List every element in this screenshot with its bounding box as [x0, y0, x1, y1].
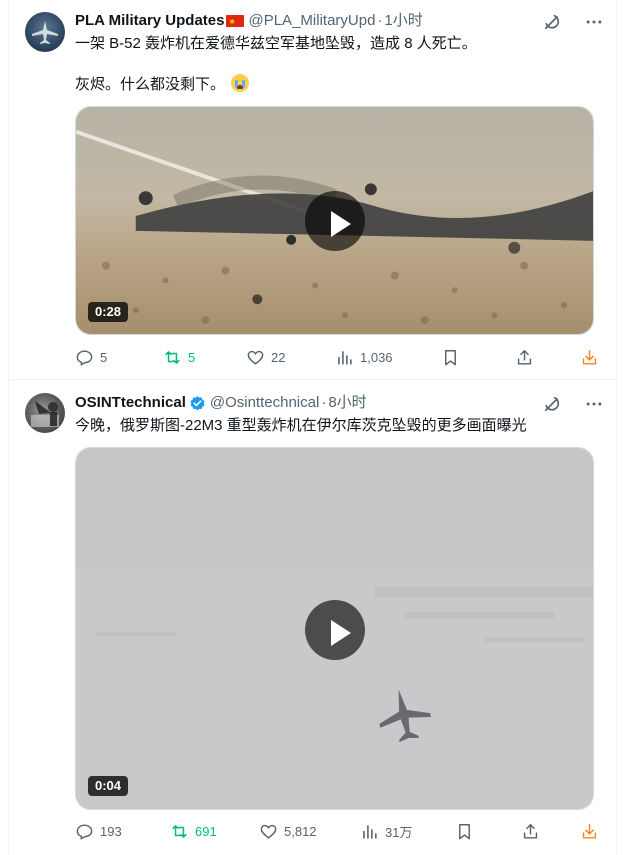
bookmark-icon — [445, 349, 456, 365]
like-button[interactable]: 5,812 — [259, 821, 317, 841]
views-icon — [338, 350, 352, 365]
views-button[interactable]: 31万 — [360, 821, 412, 841]
tweet-text-line2: 灰烬。什么都没剩下。 — [75, 74, 595, 95]
download-button[interactable] — [580, 347, 599, 367]
grok-icon[interactable] — [542, 12, 562, 32]
tweet-text-content: 灰烬。什么都没剩下。 — [75, 76, 226, 93]
tweet-header: OSINTtechnical @Osinttechnical · 8小时 — [75, 393, 367, 413]
share-button[interactable] — [515, 347, 534, 367]
video-duration: 0:28 — [88, 302, 129, 322]
views-icon — [363, 824, 377, 839]
grok-icon[interactable] — [542, 394, 562, 414]
timeline-feed: PLA Military Updates @PLA_MilitaryUpd · … — [8, 0, 617, 855]
crying-face-emoji — [231, 74, 250, 92]
heart-icon — [260, 824, 277, 839]
like-count: 22 — [271, 349, 286, 365]
author-name[interactable]: OSINTtechnical — [75, 393, 186, 413]
reply-icon — [76, 349, 93, 366]
author-handle[interactable]: @Osinttechnical — [210, 393, 319, 413]
reply-count: 193 — [100, 823, 122, 839]
repost-button[interactable]: 691 — [170, 821, 217, 841]
reply-icon — [76, 823, 93, 840]
like-button[interactable]: 22 — [246, 347, 285, 367]
video-duration: 0:04 — [88, 776, 129, 796]
china-flag-icon — [226, 12, 245, 32]
separator: · — [377, 12, 383, 29]
verified-badge-icon — [190, 395, 205, 410]
tweet-actions: 5 5 22 1,036 — [75, 347, 605, 367]
share-icon — [517, 349, 532, 365]
download-icon — [582, 823, 597, 839]
bookmark-button[interactable] — [455, 821, 474, 841]
more-icon[interactable] — [584, 12, 604, 32]
avatar[interactable] — [25, 393, 65, 433]
tweet-text: 一架 B-52 轰炸机在爱德华兹空军基地坠毁，造成 8 人死亡。 — [75, 35, 477, 52]
share-icon — [523, 823, 538, 839]
reply-button[interactable]: 193 — [75, 821, 122, 841]
separator: · — [321, 394, 327, 411]
avatar[interactable] — [25, 12, 65, 52]
more-icon[interactable] — [584, 394, 604, 414]
download-button[interactable] — [580, 821, 599, 841]
repost-icon — [172, 824, 187, 838]
views-count: 1,036 — [360, 349, 393, 365]
timestamp[interactable]: 8小时 — [328, 393, 366, 413]
tweet-header: PLA Military Updates @PLA_MilitaryUpd · … — [75, 11, 423, 32]
tweet-text: 今晚，俄罗斯图-22M3 重型轰炸机在伊尔库茨克坠毁的更多画面曝光 — [75, 417, 527, 434]
like-count: 5,812 — [284, 823, 317, 839]
repost-icon — [165, 350, 180, 364]
tweet[interactable]: PLA Military Updates @PLA_MilitaryUpd · … — [9, 0, 616, 380]
video-player[interactable]: 0:04 — [75, 447, 594, 810]
bookmark-button[interactable] — [441, 347, 460, 367]
timestamp[interactable]: 1小时 — [384, 11, 422, 31]
tweet-top-actions — [542, 12, 604, 32]
heart-icon — [247, 350, 264, 365]
reply-count: 5 — [100, 349, 108, 365]
tweet[interactable]: OSINTtechnical @Osinttechnical · 8小时 今晚，… — [9, 380, 616, 855]
repost-count: 5 — [188, 349, 196, 365]
play-button[interactable] — [305, 191, 365, 251]
play-button[interactable] — [305, 600, 365, 660]
repost-count: 691 — [195, 823, 217, 839]
reply-button[interactable]: 5 — [75, 347, 107, 367]
tweet-top-actions — [542, 394, 604, 414]
tweet-actions: 193 691 5,812 31万 — [75, 821, 605, 841]
download-icon — [582, 349, 597, 365]
views-count: 31万 — [385, 824, 413, 840]
author-handle[interactable]: @PLA_MilitaryUpd — [248, 11, 375, 31]
views-button[interactable]: 1,036 — [335, 347, 393, 367]
author-name[interactable]: PLA Military Updates — [75, 11, 224, 31]
repost-button[interactable]: 5 — [163, 347, 195, 367]
share-button[interactable] — [521, 821, 540, 841]
bookmark-icon — [459, 823, 470, 839]
video-player[interactable]: 0:28 — [75, 106, 594, 335]
